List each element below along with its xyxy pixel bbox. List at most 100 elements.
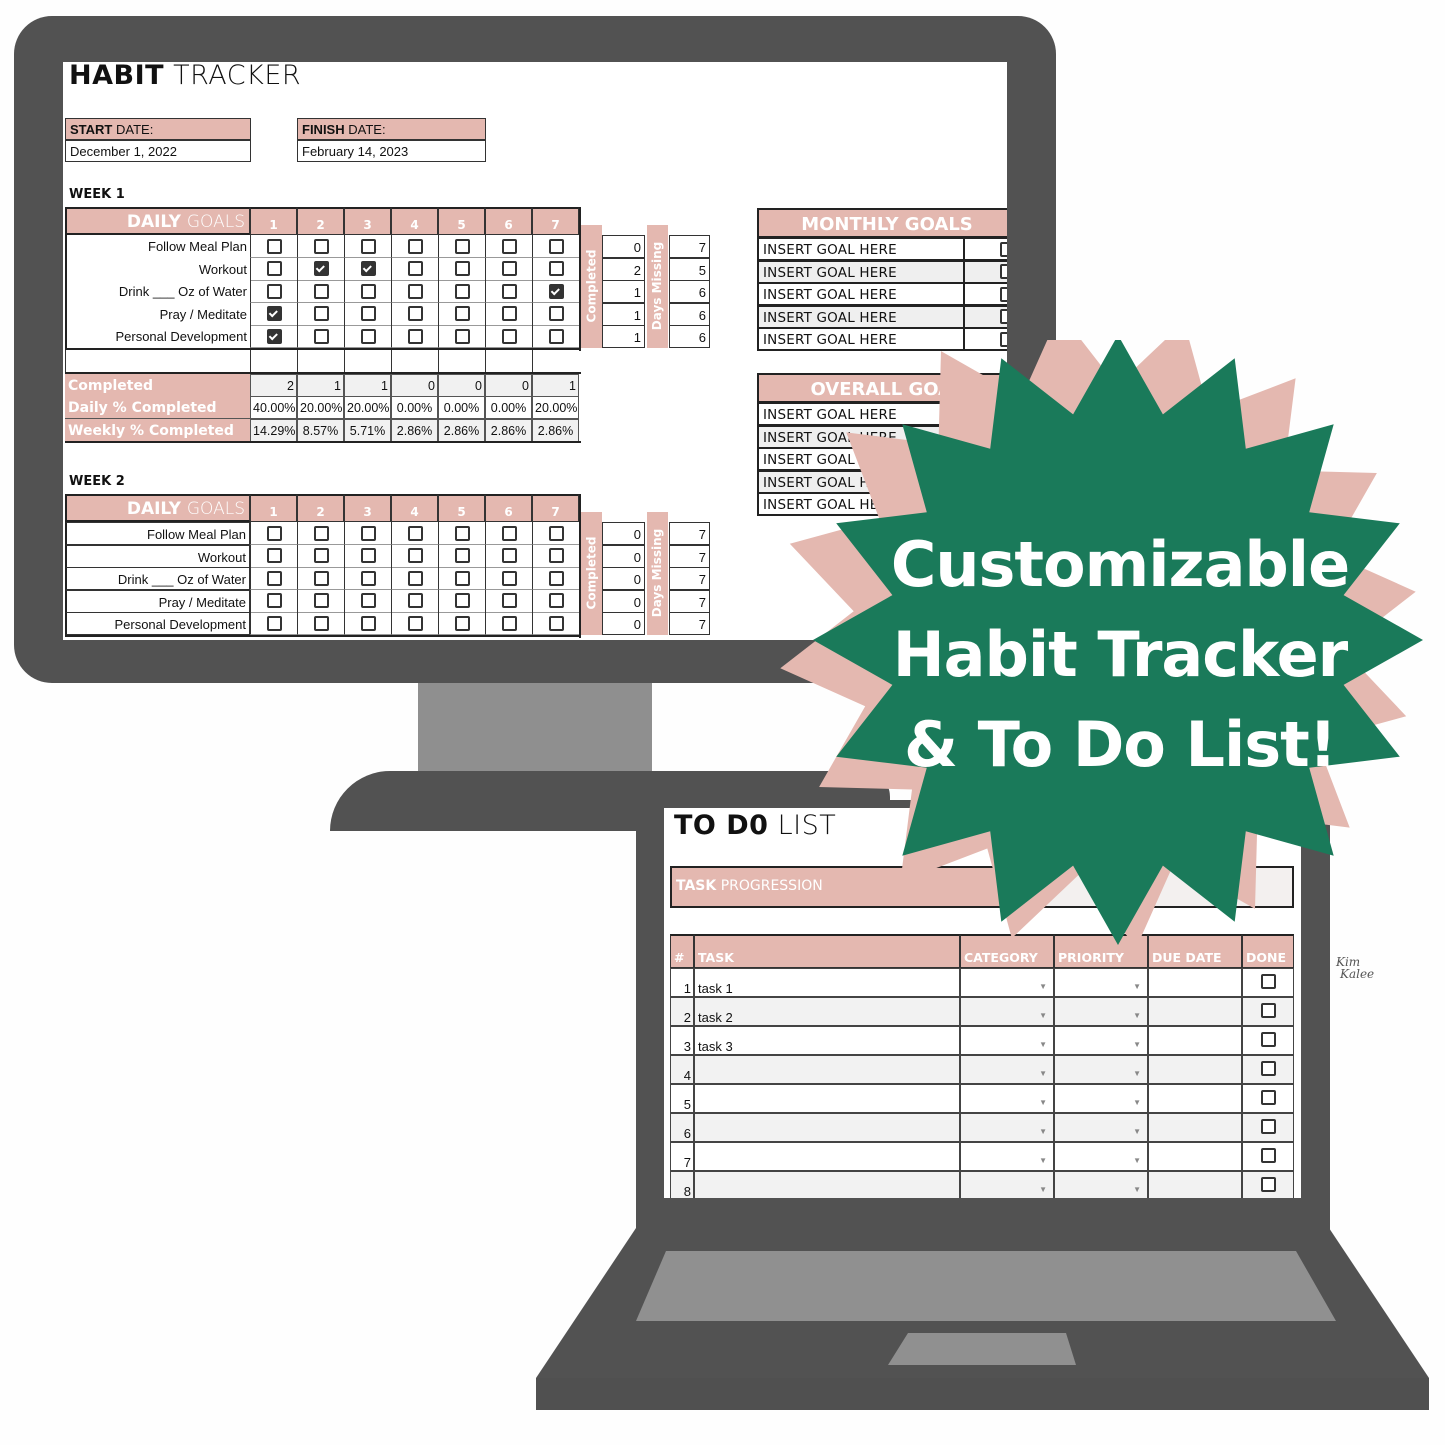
checkbox[interactable] — [548, 328, 564, 344]
due-date-input[interactable] — [1148, 1142, 1242, 1171]
habit-name[interactable]: Pray / Meditate — [65, 589, 250, 613]
priority-dropdown[interactable]: ▼ — [1054, 1084, 1148, 1113]
due-date-input[interactable] — [1148, 1055, 1242, 1084]
checkbox[interactable] — [454, 570, 470, 586]
checkbox[interactable] — [266, 548, 282, 563]
checked-checkbox[interactable] — [313, 261, 329, 276]
task-input[interactable]: task 3 — [694, 1026, 960, 1055]
habit-name[interactable]: Pray / Meditate — [65, 302, 250, 326]
done-checkbox[interactable] — [1260, 1032, 1276, 1047]
checkbox[interactable] — [360, 615, 376, 631]
goal-item[interactable]: INSERT GOAL HERE — [757, 305, 965, 329]
checkbox[interactable] — [501, 328, 517, 344]
checkbox[interactable] — [501, 615, 517, 631]
goal-checkbox[interactable] — [1000, 309, 1007, 324]
done-checkbox[interactable] — [1260, 1003, 1276, 1018]
checkbox[interactable] — [407, 570, 423, 586]
checkbox[interactable] — [313, 548, 329, 563]
checkbox[interactable] — [501, 306, 517, 321]
habit-name[interactable]: Workout — [65, 257, 250, 281]
checkbox[interactable] — [313, 525, 329, 541]
goal-item[interactable]: INSERT GOAL HERE — [757, 238, 965, 261]
due-date-input[interactable] — [1148, 997, 1242, 1026]
checkbox[interactable] — [407, 283, 423, 299]
checkbox[interactable] — [266, 238, 282, 254]
done-checkbox[interactable] — [1260, 1148, 1276, 1163]
priority-dropdown[interactable]: ▼ — [1054, 1113, 1148, 1142]
due-date-input[interactable] — [1148, 1113, 1242, 1142]
checkbox[interactable] — [454, 306, 470, 321]
checkbox[interactable] — [266, 283, 282, 299]
checkbox[interactable] — [454, 238, 470, 254]
priority-dropdown[interactable]: ▼ — [1054, 968, 1148, 997]
checkbox[interactable] — [407, 261, 423, 276]
checkbox[interactable] — [454, 261, 470, 276]
checkbox[interactable] — [407, 525, 423, 541]
task-input[interactable] — [694, 1084, 960, 1113]
category-dropdown[interactable]: ▼ — [960, 968, 1054, 997]
priority-dropdown[interactable]: ▼ — [1054, 1171, 1148, 1198]
goal-checkbox[interactable] — [1000, 264, 1007, 279]
checkbox[interactable] — [501, 238, 517, 254]
category-dropdown[interactable]: ▼ — [960, 1113, 1054, 1142]
checkbox[interactable] — [454, 548, 470, 563]
checkbox[interactable] — [313, 283, 329, 299]
checkbox[interactable] — [266, 570, 282, 586]
task-input[interactable] — [694, 1142, 960, 1171]
habit-name[interactable]: Personal Development — [65, 612, 250, 635]
checkbox[interactable] — [360, 525, 376, 541]
category-dropdown[interactable]: ▼ — [960, 1084, 1054, 1113]
checkbox[interactable] — [313, 238, 329, 254]
checkbox[interactable] — [313, 328, 329, 344]
checkbox[interactable] — [548, 615, 564, 631]
checkbox[interactable] — [501, 593, 517, 608]
checkbox[interactable] — [548, 570, 564, 586]
checkbox[interactable] — [360, 283, 376, 299]
category-dropdown[interactable]: ▼ — [960, 1142, 1054, 1171]
habit-name[interactable]: Drink ___ Oz of Water — [65, 567, 250, 590]
due-date-input[interactable] — [1148, 968, 1242, 997]
checked-checkbox[interactable] — [360, 261, 376, 276]
priority-dropdown[interactable]: ▼ — [1054, 1026, 1148, 1055]
checkbox[interactable] — [501, 283, 517, 299]
checkbox[interactable] — [454, 283, 470, 299]
checked-checkbox[interactable] — [266, 328, 282, 344]
checked-checkbox[interactable] — [548, 283, 564, 299]
done-checkbox[interactable] — [1260, 1119, 1276, 1134]
checkbox[interactable] — [454, 593, 470, 608]
checkbox[interactable] — [266, 525, 282, 541]
done-checkbox[interactable] — [1260, 1177, 1276, 1192]
priority-dropdown[interactable]: ▼ — [1054, 1055, 1148, 1084]
checkbox[interactable] — [407, 615, 423, 631]
checkbox[interactable] — [266, 261, 282, 276]
checkbox[interactable] — [266, 615, 282, 631]
checkbox[interactable] — [360, 238, 376, 254]
checkbox[interactable] — [407, 593, 423, 608]
checkbox[interactable] — [407, 306, 423, 321]
checkbox[interactable] — [313, 593, 329, 608]
checkbox[interactable] — [548, 593, 564, 608]
task-input[interactable]: task 1 — [694, 968, 960, 997]
checked-checkbox[interactable] — [266, 306, 282, 321]
done-checkbox[interactable] — [1260, 974, 1276, 989]
checkbox[interactable] — [548, 548, 564, 563]
checkbox[interactable] — [360, 548, 376, 563]
checkbox[interactable] — [313, 570, 329, 586]
habit-name[interactable]: Personal Development — [65, 325, 250, 348]
habit-name[interactable]: Follow Meal Plan — [65, 235, 250, 258]
checkbox[interactable] — [501, 570, 517, 586]
task-input[interactable] — [694, 1171, 960, 1198]
task-input[interactable] — [694, 1113, 960, 1142]
checkbox[interactable] — [501, 548, 517, 563]
laptop-trackpad[interactable] — [888, 1333, 1076, 1365]
goal-checkbox[interactable] — [1000, 286, 1007, 302]
priority-dropdown[interactable]: ▼ — [1054, 1142, 1148, 1171]
habit-name[interactable]: Workout — [65, 544, 250, 568]
goal-item[interactable]: INSERT GOAL HERE — [757, 260, 965, 284]
priority-dropdown[interactable]: ▼ — [1054, 997, 1148, 1026]
checkbox[interactable] — [360, 593, 376, 608]
category-dropdown[interactable]: ▼ — [960, 997, 1054, 1026]
checkbox[interactable] — [360, 570, 376, 586]
checkbox[interactable] — [454, 328, 470, 344]
task-input[interactable]: task 2 — [694, 997, 960, 1026]
